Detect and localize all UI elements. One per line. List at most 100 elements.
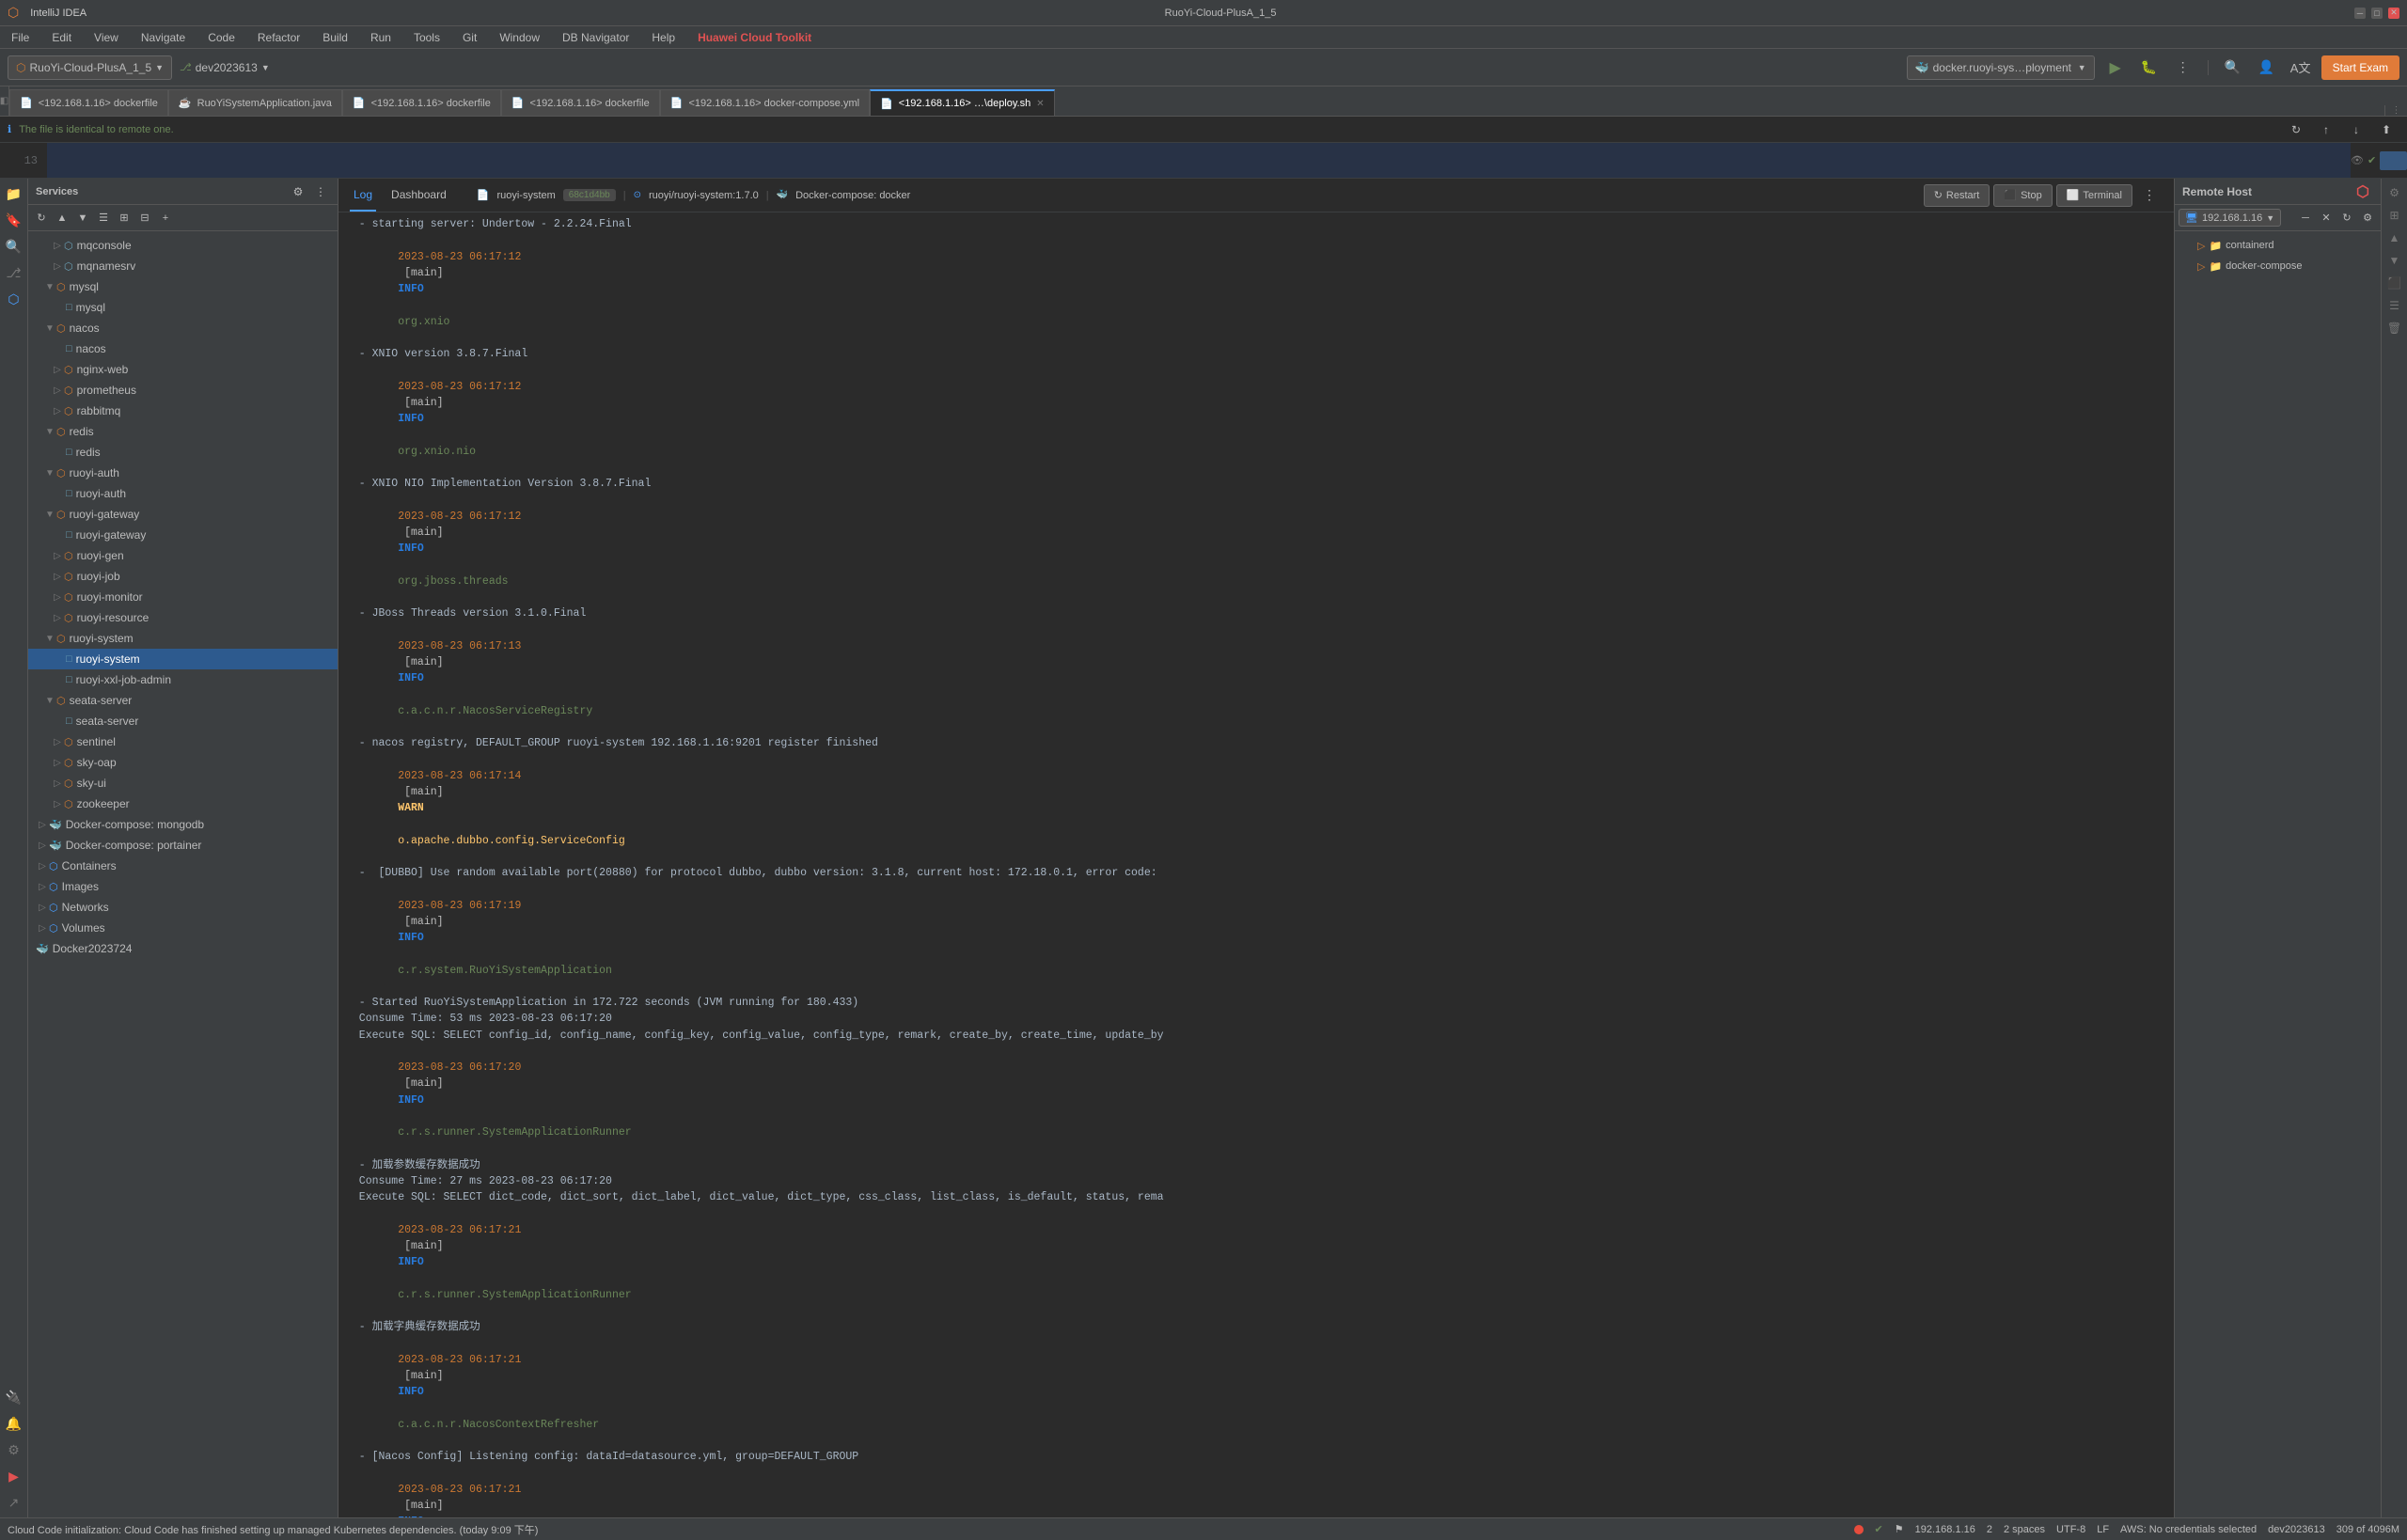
close-button[interactable]: ✕ bbox=[2388, 8, 2399, 19]
service-item-images[interactable]: ▷ ⬡ Images bbox=[28, 876, 338, 897]
file-tab-2[interactable]: 📄 <192.168.1.16> dockerfile bbox=[342, 89, 501, 116]
service-item-ruoyi-job[interactable]: ▷ ⬡ ruoyi-job bbox=[28, 566, 338, 587]
service-group-redis[interactable]: ▼ ⬡ redis bbox=[28, 421, 338, 442]
sidebar-icon-find[interactable]: 🔍 bbox=[3, 235, 25, 258]
status-line-ending[interactable]: LF bbox=[2097, 1524, 2109, 1535]
sidebar-icon-plugins[interactable]: 🔌 bbox=[3, 1386, 25, 1408]
remote-item-containerd[interactable]: ▷ 📁 containerd bbox=[2175, 235, 2381, 256]
service-item-seata[interactable]: □ seata-server bbox=[28, 711, 338, 731]
file-tab-3[interactable]: 📄 <192.168.1.16> dockerfile bbox=[501, 89, 660, 116]
branch-selector[interactable]: ⎇ dev2023613 ▼ bbox=[180, 61, 270, 74]
status-spaces[interactable]: 2 spaces bbox=[2004, 1524, 2045, 1535]
services-up-button[interactable]: ▲ bbox=[53, 209, 71, 228]
services-settings-button[interactable]: ⚙ bbox=[289, 182, 307, 201]
tab-close-5[interactable]: ✕ bbox=[1036, 99, 1044, 109]
run-config-selector[interactable]: 🐳 docker.ruoyi-sys…ployment ▼ bbox=[1907, 55, 2095, 80]
status-encoding[interactable]: UTF-8 bbox=[2056, 1524, 2085, 1535]
menu-dbnavigator[interactable]: DB Navigator bbox=[558, 31, 633, 44]
log-content[interactable]: - starting server: Undertow - 2.2.24.Fin… bbox=[338, 212, 2174, 1517]
service-item-volumes[interactable]: ▷ ⬡ Volumes bbox=[28, 918, 338, 938]
sync-button[interactable]: ↻ bbox=[2283, 117, 2309, 143]
status-ip[interactable]: 192.168.1.16 bbox=[1915, 1524, 1975, 1535]
service-item-containers[interactable]: ▷ ⬡ Containers bbox=[28, 856, 338, 876]
service-item-nginx[interactable]: ▷ ⬡ nginx-web bbox=[28, 359, 338, 380]
service-item-zookeeper[interactable]: ▷ ⬡ zookeeper bbox=[28, 794, 338, 814]
menu-file[interactable]: File bbox=[8, 31, 33, 44]
debug-button[interactable]: 🐛 bbox=[2136, 55, 2163, 81]
menu-tools[interactable]: Tools bbox=[410, 31, 444, 44]
services-add-button[interactable]: + bbox=[156, 209, 175, 228]
rt-up-btn[interactable]: ▲ bbox=[2384, 228, 2405, 248]
service-item-ruoyi-resource[interactable]: ▷ ⬡ ruoyi-resource bbox=[28, 607, 338, 628]
menu-code[interactable]: Code bbox=[204, 31, 239, 44]
log-tab-dashboard[interactable]: Dashboard bbox=[387, 179, 450, 212]
more-run-button[interactable]: ⋮ bbox=[2170, 55, 2196, 81]
services-more-button[interactable]: ⋮ bbox=[311, 182, 330, 201]
service-group-ruoyi-gateway[interactable]: ▼ ⬡ ruoyi-gateway bbox=[28, 504, 338, 525]
service-item-redis[interactable]: □ redis bbox=[28, 442, 338, 463]
rt-down-btn[interactable]: ▼ bbox=[2384, 250, 2405, 271]
remote-refresh-button[interactable]: ↻ bbox=[2337, 209, 2356, 228]
service-item-sky-oap[interactable]: ▷ ⬡ sky-oap bbox=[28, 752, 338, 773]
service-item-ruoyi-gateway[interactable]: □ ruoyi-gateway bbox=[28, 525, 338, 545]
service-item-ruoyi-system[interactable]: □ ruoyi-system bbox=[28, 649, 338, 669]
file-tab-5[interactable]: 📄 <192.168.1.16> …\deploy.sh ✕ bbox=[870, 89, 1055, 116]
maximize-button[interactable]: □ bbox=[2371, 8, 2383, 19]
services-layout-button[interactable]: ⊞ bbox=[115, 209, 134, 228]
service-group-nacos[interactable]: ▼ ⬡ nacos bbox=[28, 318, 338, 338]
service-item-mysql[interactable]: □ mysql bbox=[28, 297, 338, 318]
remote-close-button[interactable]: ✕ bbox=[2317, 209, 2336, 228]
service-item-sky-ui[interactable]: ▷ ⬡ sky-ui bbox=[28, 773, 338, 794]
log-more-button[interactable]: ⋮ bbox=[2136, 182, 2163, 209]
status-branch[interactable]: dev2023613 bbox=[2268, 1524, 2325, 1535]
sidebar-icon-services[interactable]: ⬡ bbox=[3, 288, 25, 310]
services-refresh-button[interactable]: ↻ bbox=[32, 209, 51, 228]
service-item-portainer[interactable]: ▷ 🐳 Docker-compose: portainer bbox=[28, 835, 338, 856]
menu-help[interactable]: Help bbox=[648, 31, 679, 44]
eye-icon[interactable]: 👁 bbox=[2351, 154, 2364, 166]
service-item-mongodb[interactable]: ▷ 🐳 Docker-compose: mongodb bbox=[28, 814, 338, 835]
menu-refactor[interactable]: Refactor bbox=[254, 31, 304, 44]
sidebar-icon-git[interactable]: ⎇ bbox=[3, 261, 25, 284]
rt-console-btn[interactable]: ⬛ bbox=[2384, 273, 2405, 293]
terminal-button[interactable]: ⬜ Terminal bbox=[2056, 184, 2132, 207]
service-item-ruoyi-monitor[interactable]: ▷ ⬡ ruoyi-monitor bbox=[28, 587, 338, 607]
services-group-button[interactable]: ⊟ bbox=[135, 209, 154, 228]
services-filter-button[interactable]: ☰ bbox=[94, 209, 113, 228]
service-item-rabbitmq[interactable]: ▷ ⬡ rabbitmq bbox=[28, 401, 338, 421]
menu-run[interactable]: Run bbox=[367, 31, 395, 44]
stop-button[interactable]: ⬛ Stop bbox=[1993, 184, 2052, 207]
upload-button[interactable]: ↑ bbox=[2313, 117, 2339, 143]
project-toggle[interactable]: ◧ bbox=[0, 86, 9, 116]
user-button[interactable]: 👤 bbox=[2254, 55, 2280, 81]
restart-button[interactable]: ↻ Restart bbox=[1924, 184, 1990, 207]
menu-edit[interactable]: Edit bbox=[48, 31, 75, 44]
service-item-mqnamesrv[interactable]: ▷ ⬡ mqnamesrv bbox=[28, 256, 338, 276]
menu-huawei[interactable]: Huawei Cloud Toolkit bbox=[694, 31, 815, 44]
service-group-seata[interactable]: ▼ ⬡ seata-server bbox=[28, 690, 338, 711]
file-tab-1[interactable]: ☕ RuoYiSystemApplication.java bbox=[168, 89, 342, 116]
sidebar-icon-share[interactable]: ↗ bbox=[3, 1491, 25, 1514]
translate-button[interactable]: A文 bbox=[2288, 55, 2314, 81]
service-item-docker2023724[interactable]: 🐳 Docker2023724 bbox=[28, 938, 338, 959]
service-group-mysql[interactable]: ▼ ⬡ mysql bbox=[28, 276, 338, 297]
remote-minimize-button[interactable]: ─ bbox=[2296, 209, 2315, 228]
service-item-nacos[interactable]: □ nacos bbox=[28, 338, 338, 359]
service-item-mqconsole[interactable]: ▷ ⬡ mqconsole bbox=[28, 235, 338, 256]
minimize-button[interactable]: ─ bbox=[2354, 8, 2366, 19]
sidebar-icon-tiktok[interactable]: ▶ bbox=[3, 1465, 25, 1487]
check-icon[interactable]: ✔ bbox=[2368, 154, 2376, 166]
remote-item-docker-compose[interactable]: ▷ 📁 docker-compose bbox=[2175, 256, 2381, 276]
sidebar-icon-settings[interactable]: ⚙ bbox=[3, 1438, 25, 1461]
service-group-ruoyi-system[interactable]: ▼ ⬡ ruoyi-system bbox=[28, 628, 338, 649]
menu-window[interactable]: Window bbox=[496, 31, 543, 44]
remote-settings-button[interactable]: ⚙ bbox=[2358, 209, 2377, 228]
menu-view[interactable]: View bbox=[90, 31, 122, 44]
menu-git[interactable]: Git bbox=[459, 31, 480, 44]
service-item-sentinel[interactable]: ▷ ⬡ sentinel bbox=[28, 731, 338, 752]
service-item-prometheus[interactable]: ▷ ⬡ prometheus bbox=[28, 380, 338, 401]
rt-layout-btn[interactable]: ⊞ bbox=[2384, 205, 2405, 226]
sidebar-icon-project[interactable]: 📁 bbox=[3, 182, 25, 205]
remote-ip-selector[interactable]: 🖥 192.168.1.16 ▼ bbox=[2179, 209, 2281, 227]
start-exam-button[interactable]: Start Exam bbox=[2321, 55, 2399, 80]
